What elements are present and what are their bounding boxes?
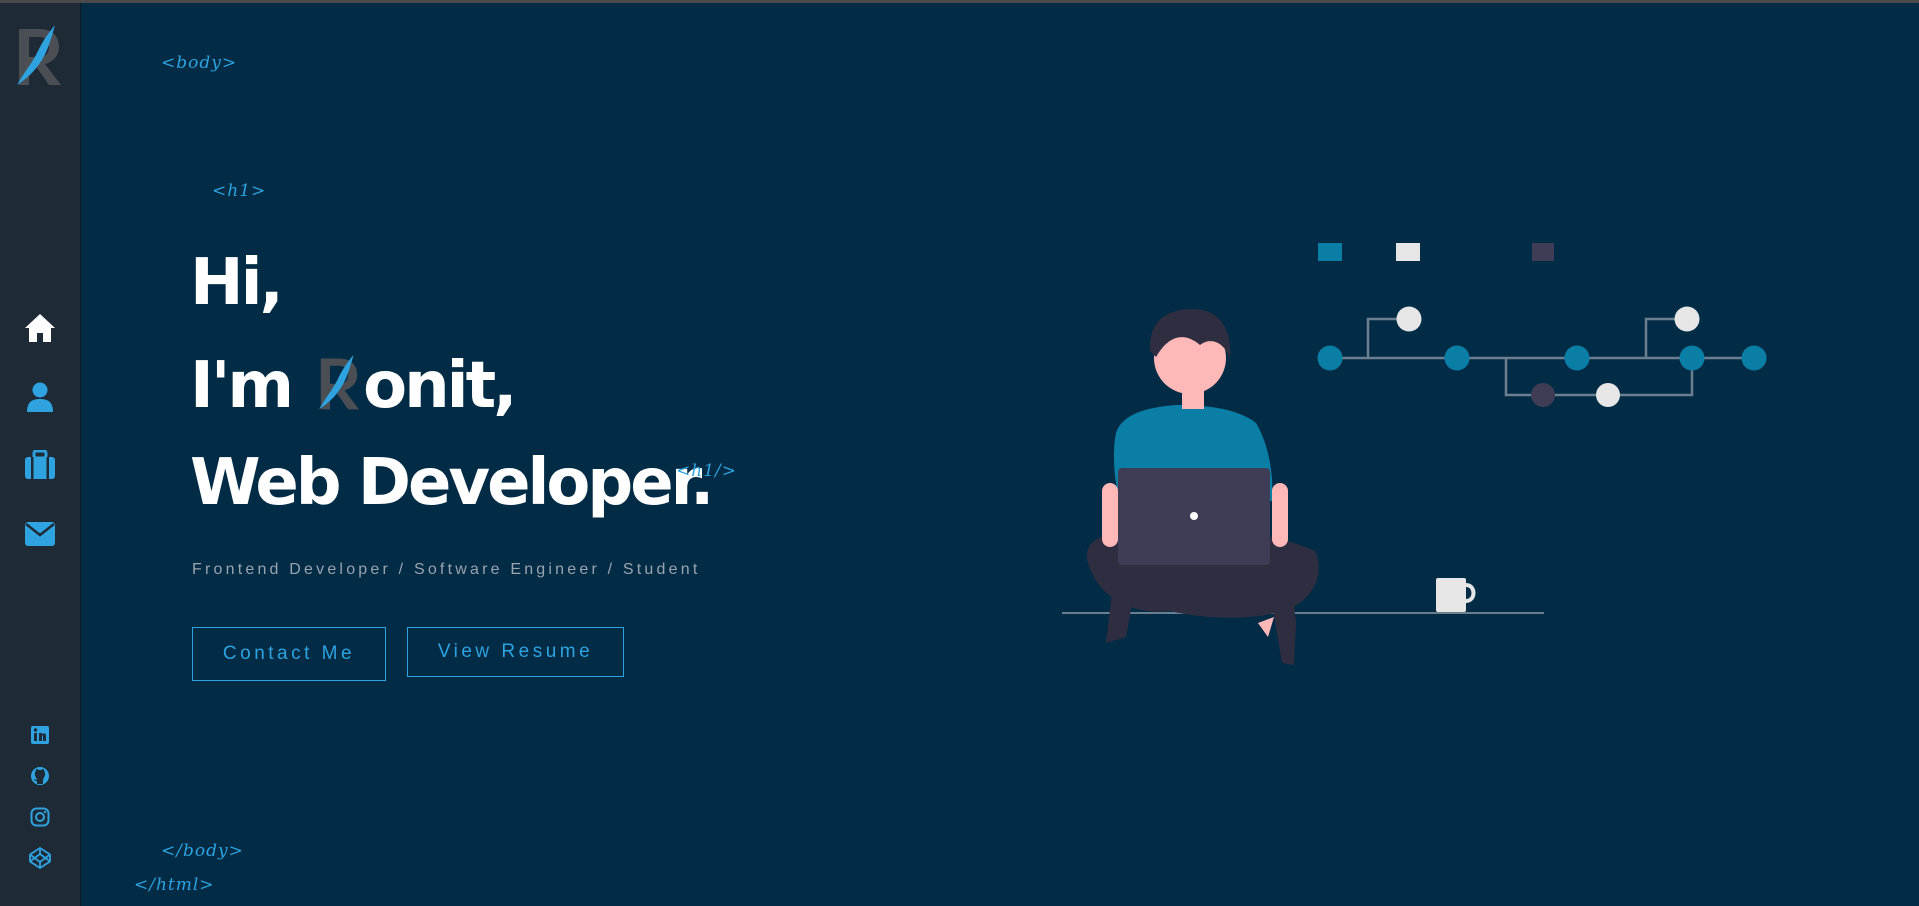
home-icon[interactable] <box>20 308 60 348</box>
html-close-tag: </html> <box>134 875 215 895</box>
r-logo-letter <box>317 353 361 413</box>
codepen-icon[interactable] <box>28 846 52 870</box>
github-icon[interactable] <box>28 764 52 788</box>
name-suffix: onit, <box>363 349 517 423</box>
contact-me-button[interactable]: Contact Me <box>192 627 386 681</box>
body-open-tag: <body> <box>161 53 238 73</box>
envelope-icon[interactable] <box>20 514 60 554</box>
linkedin-icon[interactable] <box>28 723 52 747</box>
body-close-tag: </body> <box>161 841 244 861</box>
sidebar <box>0 3 81 906</box>
h1-open-tag: <h1> <box>212 181 267 201</box>
view-resume-button[interactable]: View Resume <box>407 627 624 677</box>
user-icon[interactable] <box>20 377 60 417</box>
h1-close-tag: <h1/> <box>676 461 737 481</box>
briefcase-icon[interactable] <box>20 445 60 485</box>
role-line: Web Developer. <box>190 446 714 520</box>
greeting-line: Hi, <box>190 246 284 320</box>
name-line: I'm onit, <box>190 353 517 418</box>
name-prefix: I'm <box>190 349 294 423</box>
developer-illustration <box>1062 243 1767 665</box>
instagram-icon[interactable] <box>28 805 52 829</box>
subtitle: Frontend Developer / Software Engineer /… <box>192 561 701 578</box>
logo[interactable] <box>15 23 63 89</box>
